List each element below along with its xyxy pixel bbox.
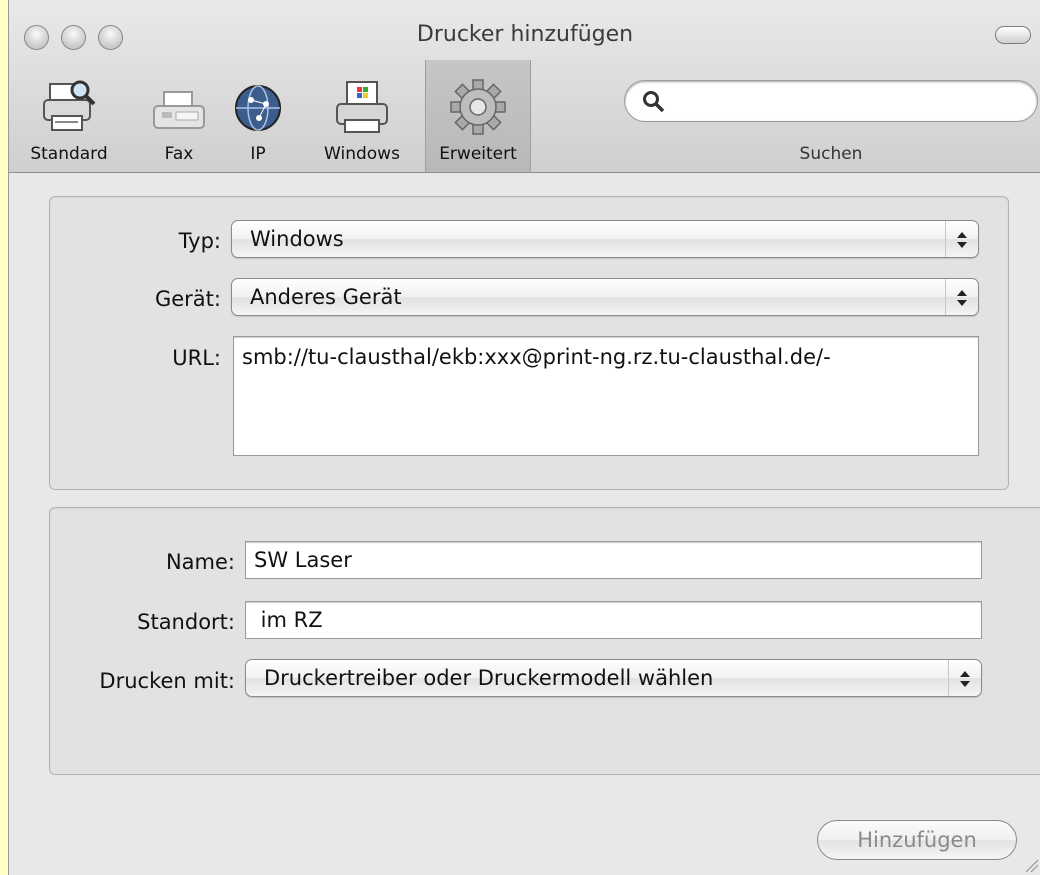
toolbar-toggle-button[interactable] — [995, 26, 1031, 44]
name-label: Name: — [165, 550, 235, 574]
popup-arrows-icon — [945, 221, 978, 257]
toolbar-label-windows: Windows — [324, 144, 400, 164]
toolbar-item-standard[interactable]: Standard — [9, 60, 129, 172]
toolbar-label-ip: IP — [250, 144, 266, 164]
window-toolbar: Drucker hinzufügen Standard Fax IP Windo… — [9, 0, 1040, 173]
typ-popup[interactable]: Windows — [231, 220, 979, 258]
typ-label: Typ: — [178, 229, 221, 253]
url-value: smb://tu-clausthal/ekb:xxx@print-ng.rz.t… — [242, 345, 831, 369]
popup-arrows-icon — [948, 660, 981, 696]
geraet-label: Gerät: — [154, 287, 221, 311]
toolbar-label-erweitert: Erweitert — [439, 144, 517, 164]
popup-arrows-icon — [945, 279, 978, 315]
toolbar-label-standard: Standard — [30, 144, 108, 164]
url-textarea[interactable]: smb://tu-clausthal/ekb:xxx@print-ng.rz.t… — [233, 336, 979, 456]
standort-label: Standort: — [137, 610, 235, 634]
toolbar-item-windows[interactable]: Windows — [305, 60, 419, 172]
drucken-mit-value: Druckertreiber oder Druckermodell wählen — [264, 666, 714, 690]
add-printer-window: Drucker hinzufügen Standard Fax IP Windo… — [8, 0, 1040, 875]
drucken-mit-label: Drucken mit: — [99, 669, 235, 693]
globe-icon — [235, 85, 281, 131]
url-label: URL: — [172, 346, 221, 370]
search-label: Suchen — [799, 144, 863, 164]
windows-printer-icon — [336, 81, 388, 133]
resize-grip-icon[interactable] — [1023, 857, 1039, 873]
window-title: Drucker hinzufügen — [416, 22, 634, 47]
geraet-popup[interactable]: Anderes Gerät — [231, 278, 979, 316]
add-button[interactable]: Hinzufügen — [817, 820, 1017, 860]
search-field[interactable] — [624, 80, 1038, 122]
toolbar-item-fax[interactable]: Fax — [147, 60, 211, 172]
fax-icon — [153, 91, 205, 129]
drucken-mit-popup[interactable]: Druckertreiber oder Druckermodell wählen — [245, 659, 982, 697]
geraet-value: Anderes Gerät — [250, 285, 402, 309]
gear-icon — [450, 79, 506, 135]
toolbar-item-ip[interactable]: IP — [223, 60, 293, 172]
printer-search-icon — [43, 80, 96, 131]
standort-field[interactable]: im RZ — [245, 601, 982, 639]
name-value: SW Laser — [254, 548, 352, 572]
typ-value: Windows — [250, 227, 344, 251]
toolbar-label-fax: Fax — [164, 144, 194, 164]
standort-value: im RZ — [254, 608, 323, 632]
magnifier-icon — [643, 91, 665, 113]
toolbar-item-erweitert[interactable]: Erweitert — [425, 60, 531, 172]
name-field[interactable]: SW Laser — [245, 541, 982, 579]
